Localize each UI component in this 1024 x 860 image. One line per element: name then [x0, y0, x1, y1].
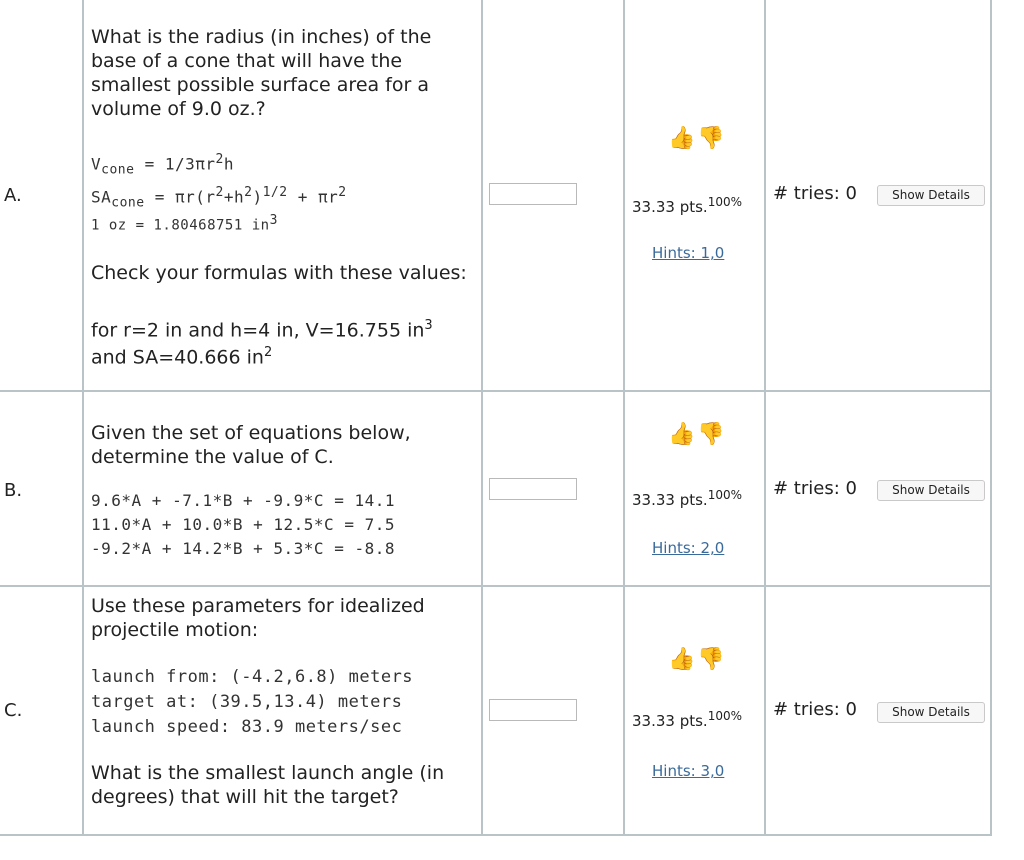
rating-icons: 👍👎 [668, 422, 725, 447]
parameter-launch-speed: launch speed: 83.9 meters/sec [91, 717, 403, 737]
answer-input[interactable] [489, 478, 577, 500]
problem-letter: C. [4, 700, 23, 721]
question-text: Use these parameters for idealized proje… [91, 595, 425, 641]
points-value: 33.33 pts.100% [632, 195, 743, 216]
show-details-button[interactable]: Show Details [877, 480, 985, 501]
thumbs-down-icon[interactable]: 👎 [697, 422, 724, 447]
thumbs-up-icon[interactable]: 👍 [668, 422, 695, 447]
tries-count: # tries: 0 [773, 478, 857, 499]
parameter-launch-from: launch from: (-4.2,6.8) meters [91, 667, 414, 687]
parameter-target-at: target at: (39.5,13.4) meters [91, 692, 403, 712]
volume-formula: Vcone = 1/3πr2h [91, 152, 234, 178]
final-question-text: What is the smallest launch angle (in de… [91, 762, 445, 808]
hints-link[interactable]: Hints: 3,0 [652, 762, 724, 780]
check-values-line1: for r=2 in and h=4 in, V=16.755 in3 [91, 318, 433, 342]
points-value: 33.33 pts.100% [632, 488, 743, 509]
problem-row-a: A. What is the radius (in inches) of the… [0, 0, 992, 390]
thumbs-down-icon[interactable]: 👎 [697, 126, 724, 151]
problem-letter: A. [4, 185, 22, 206]
check-text: Check your formulas with these values: [91, 262, 467, 284]
rating-icons: 👍👎 [668, 647, 725, 672]
thumbs-up-icon[interactable]: 👍 [668, 126, 695, 151]
hints-link[interactable]: Hints: 2,0 [652, 539, 724, 557]
answer-input[interactable] [489, 699, 577, 721]
show-details-button[interactable]: Show Details [877, 702, 985, 723]
problem-row-b: B. Given the set of equations below, det… [0, 392, 992, 585]
check-values-line2: and SA=40.666 in2 [91, 345, 273, 369]
equation-3: -9.2*A + 14.2*B + 5.3*C = -8.8 [91, 539, 395, 558]
row-divider-3 [0, 834, 992, 836]
hints-link[interactable]: Hints: 1,0 [652, 244, 724, 262]
show-details-button[interactable]: Show Details [877, 185, 985, 206]
question-text: What is the radius (in inches) of the ba… [91, 26, 432, 120]
problem-letter: B. [4, 480, 23, 501]
thumbs-down-icon[interactable]: 👎 [697, 647, 724, 672]
thumbs-up-icon[interactable]: 👍 [668, 647, 695, 672]
ounce-conversion: 1 oz = 1.80468751 in3 [91, 213, 278, 234]
answer-input[interactable] [489, 183, 577, 205]
rating-icons: 👍👎 [668, 126, 725, 151]
tries-count: # tries: 0 [773, 699, 857, 720]
points-value: 33.33 pts.100% [632, 709, 743, 730]
tries-count: # tries: 0 [773, 183, 857, 204]
equation-1: 9.6*A + -7.1*B + -9.9*C = 14.1 [91, 491, 395, 510]
question-text: Given the set of equations below, determ… [91, 422, 411, 468]
equation-2: 11.0*A + 10.0*B + 12.5*C = 7.5 [91, 515, 395, 534]
problem-row-c: C. Use these parameters for idealized pr… [0, 587, 992, 834]
